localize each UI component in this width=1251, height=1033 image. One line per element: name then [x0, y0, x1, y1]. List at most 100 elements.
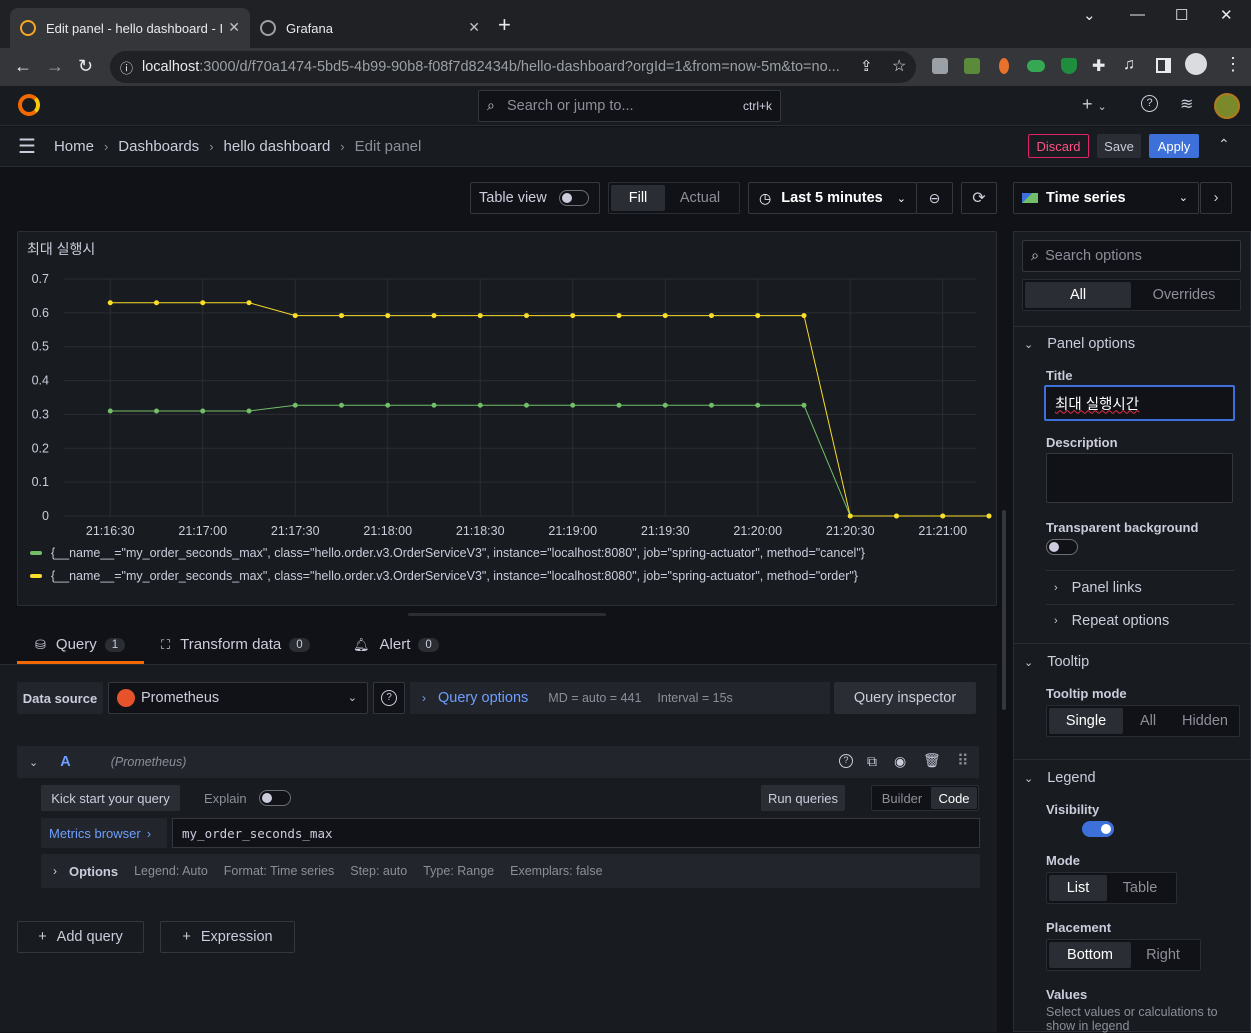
- forward-icon[interactable]: →: [46, 56, 64, 77]
- table-view-toggle[interactable]: Table view: [470, 182, 600, 214]
- kick-start-button[interactable]: Kick start your query: [41, 785, 180, 811]
- legend-placement-right[interactable]: Right: [1131, 942, 1195, 968]
- save-button[interactable]: Save: [1097, 134, 1141, 158]
- shield-extension-icon[interactable]: [1061, 58, 1077, 74]
- apply-button[interactable]: Apply: [1149, 134, 1199, 158]
- fill-option[interactable]: Fill: [611, 185, 665, 211]
- reload-icon[interactable]: ↻: [78, 56, 93, 77]
- panel-title-input[interactable]: 최대 실행시간: [1044, 385, 1235, 421]
- table-view-switch[interactable]: [558, 190, 589, 206]
- transparent-background-switch[interactable]: [1046, 539, 1078, 555]
- tab-query[interactable]: ⛁ Query 1: [35, 636, 126, 653]
- legend-item-order[interactable]: {__name__="my_order_seconds_max", class=…: [30, 566, 865, 586]
- expression-button[interactable]: + Expression: [160, 921, 295, 953]
- actual-option[interactable]: Actual: [665, 185, 735, 211]
- panel-links-section[interactable]: › Panel links: [1054, 580, 1142, 596]
- run-queries-button[interactable]: Run queries: [761, 785, 845, 811]
- description-textarea[interactable]: [1046, 453, 1233, 503]
- duplicate-icon[interactable]: ⧉: [867, 753, 877, 770]
- legend-section[interactable]: ⌄ Legend: [1024, 770, 1096, 786]
- toggle-extension-icon[interactable]: [1027, 60, 1045, 72]
- tooltip-mode-all[interactable]: All: [1123, 708, 1173, 734]
- time-range-picker[interactable]: ◷ Last 5 minutes ⌄: [748, 182, 917, 214]
- tooltip-mode-hidden[interactable]: Hidden: [1173, 708, 1237, 734]
- zoom-out-button[interactable]: ⊖: [916, 182, 953, 214]
- collapse-chevron-up-icon[interactable]: ⌃: [1218, 136, 1230, 153]
- close-tab-icon[interactable]: ✕: [228, 19, 240, 36]
- close-tab-icon[interactable]: ✕: [468, 19, 480, 36]
- data-point: [570, 313, 576, 319]
- html5-extension-icon[interactable]: [932, 58, 948, 74]
- address-bar[interactable]: ⓘ localhost :3000/d/f70a1474-5bd5-4b99-9…: [110, 51, 916, 83]
- promql-code-editor[interactable]: my_order_seconds_max: [172, 818, 980, 848]
- legend-mode-table[interactable]: Table: [1107, 875, 1173, 901]
- overrides-option[interactable]: Overrides: [1131, 282, 1237, 308]
- tab-alert[interactable]: 🔔︎ Alert 0: [353, 636, 439, 653]
- panel-options-section[interactable]: ⌄ Panel options: [1024, 336, 1135, 352]
- bookmark-star-icon[interactable]: ☆: [892, 56, 906, 76]
- new-tab-icon[interactable]: +: [498, 12, 511, 38]
- explain-switch[interactable]: [258, 790, 291, 806]
- media-control-icon[interactable]: ♫: [1123, 56, 1135, 74]
- add-query-button[interactable]: + Add query: [17, 921, 144, 953]
- splitter-handle[interactable]: [408, 613, 606, 616]
- image-extension-icon[interactable]: [964, 58, 980, 74]
- tooltip-section[interactable]: ⌄ Tooltip: [1024, 654, 1089, 670]
- breadcrumb-dashboards[interactable]: Dashboards: [118, 138, 199, 155]
- extensions-puzzle-icon[interactable]: ✚: [1092, 56, 1105, 76]
- legend-placement-bottom[interactable]: Bottom: [1049, 942, 1131, 968]
- tab-transform-data[interactable]: ⛶ Transform data 0: [161, 636, 310, 653]
- grafana-logo-icon[interactable]: [18, 94, 40, 116]
- metrics-browser-button[interactable]: Metrics browser ›: [41, 818, 167, 848]
- discard-button[interactable]: Discard: [1028, 134, 1089, 158]
- search-options-input[interactable]: ⌕ Search options: [1022, 240, 1241, 272]
- share-icon[interactable]: ⇪: [860, 57, 873, 75]
- tooltip-mode-single[interactable]: Single: [1049, 708, 1123, 734]
- query-ref-id[interactable]: A: [60, 754, 70, 770]
- menu-hamburger-icon[interactable]: ☰: [18, 134, 36, 159]
- site-info-icon[interactable]: ⓘ: [120, 58, 133, 77]
- breadcrumb-dashboard[interactable]: hello dashboard: [224, 138, 331, 155]
- help-icon[interactable]: ?: [1141, 95, 1158, 112]
- record-extension-icon[interactable]: [999, 58, 1009, 74]
- query-options-row[interactable]: › Query options MD = auto = 441 Interval…: [410, 682, 830, 714]
- main-scrollbar[interactable]: [1002, 510, 1006, 710]
- side-panel-icon[interactable]: [1156, 58, 1171, 73]
- profile-avatar[interactable]: [1185, 53, 1207, 75]
- tab-search-chevron-icon[interactable]: ⌄: [1083, 6, 1096, 24]
- explain-toggle[interactable]: Explain: [204, 790, 291, 806]
- visualization-picker[interactable]: Time series ⌄: [1013, 182, 1199, 214]
- news-feed-icon[interactable]: ≋: [1180, 94, 1193, 114]
- collapse-options-button[interactable]: ›: [1200, 182, 1232, 214]
- refresh-button[interactable]: ⟳: [961, 182, 997, 214]
- user-avatar[interactable]: [1214, 93, 1240, 119]
- repeat-options-section[interactable]: › Repeat options: [1054, 613, 1169, 629]
- window-close-icon[interactable]: ✕: [1220, 6, 1233, 24]
- browser-tab-grafana[interactable]: Grafana ✕: [250, 8, 490, 48]
- breadcrumb-home[interactable]: Home: [54, 138, 94, 155]
- back-icon[interactable]: ←: [14, 56, 32, 77]
- builder-option[interactable]: Builder: [873, 787, 931, 809]
- repeat-options-label: Repeat options: [1071, 613, 1170, 629]
- minimize-icon[interactable]: —: [1130, 6, 1145, 23]
- eye-icon[interactable]: ◉: [894, 753, 906, 770]
- legend-mode-list[interactable]: List: [1049, 875, 1107, 901]
- browser-tab-edit-panel[interactable]: Edit panel - hello dashboard - I ✕: [10, 8, 250, 48]
- query-inspector-button[interactable]: Query inspector: [834, 682, 976, 714]
- query-options-summary[interactable]: › Options Legend: Auto Format: Time seri…: [41, 854, 980, 888]
- trash-icon[interactable]: 🗑︎: [923, 752, 941, 769]
- help-icon[interactable]: ?: [839, 754, 853, 768]
- add-new-button[interactable]: + ⌄: [1082, 94, 1107, 115]
- all-option[interactable]: All: [1025, 282, 1131, 308]
- data-source-help-button[interactable]: ?: [373, 682, 405, 714]
- breadcrumb-separator-icon: ›: [340, 139, 345, 154]
- data-source-picker[interactable]: Prometheus ⌄: [108, 682, 368, 714]
- maximize-icon[interactable]: ☐: [1175, 6, 1188, 24]
- collapse-chevron-icon[interactable]: ⌄: [29, 756, 38, 769]
- drag-handle-icon[interactable]: ⠿: [957, 751, 969, 771]
- search-input[interactable]: ⌕ Search or jump to... ctrl+k: [478, 90, 781, 122]
- legend-item-cancel[interactable]: {__name__="my_order_seconds_max", class=…: [30, 543, 865, 563]
- code-option[interactable]: Code: [931, 787, 977, 809]
- browser-menu-icon[interactable]: ⋮: [1224, 54, 1242, 75]
- legend-visibility-switch[interactable]: [1081, 821, 1114, 837]
